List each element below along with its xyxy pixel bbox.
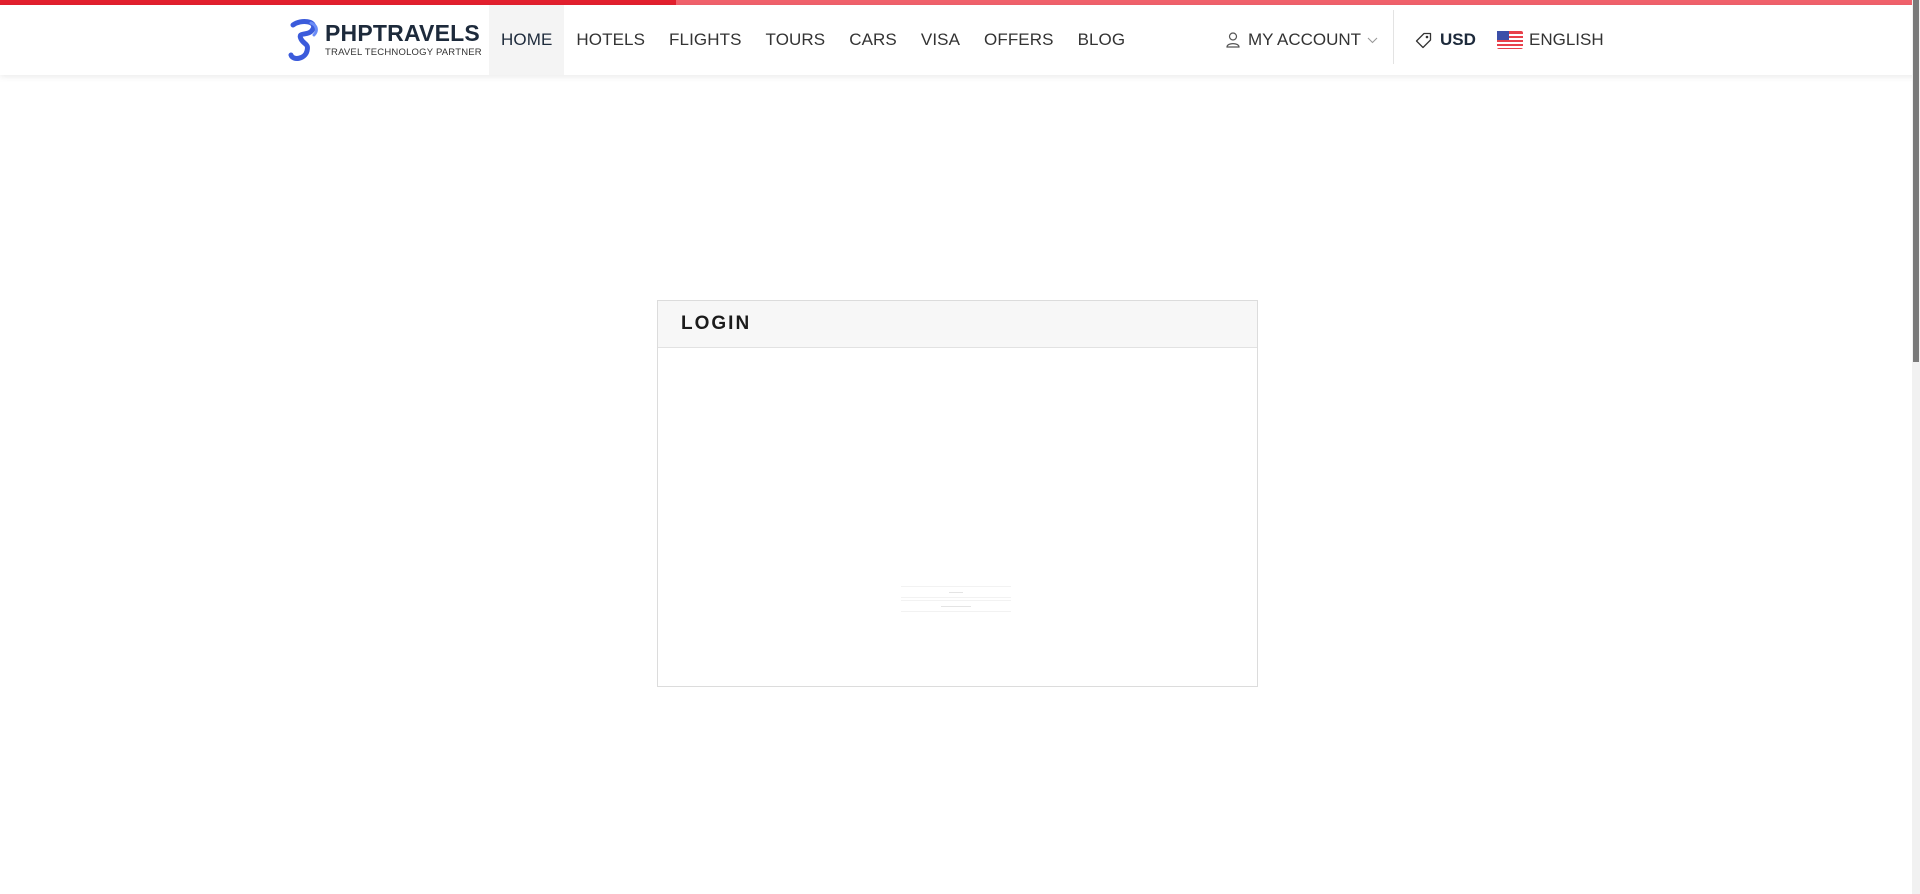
login-card-body [658, 348, 1257, 686]
nav-item-label: FLIGHTS [669, 30, 742, 49]
site-logo[interactable]: PHPTRAVELS TRAVEL TECHNOLOGY PARTNER [287, 17, 482, 63]
nav-item-cars[interactable]: CARS [837, 5, 909, 75]
nav-item-visa[interactable]: VISA [909, 5, 972, 75]
language-label: ENGLISH [1529, 30, 1604, 49]
tag-icon [1415, 32, 1432, 49]
user-icon [1226, 32, 1240, 48]
nav-item-hotels[interactable]: HOTELS [564, 5, 657, 75]
login-form-placeholder [901, 586, 1011, 612]
logo-title: PHPTRAVELS [325, 20, 480, 47]
login-card-header: LOGIN [658, 301, 1257, 348]
nav-item-label: HOTELS [576, 30, 646, 49]
main-nav: HOME HOTELS FLIGHTS TOURS CARS VISA OFFE… [489, 5, 1137, 75]
nav-item-flights[interactable]: FLIGHTS [657, 5, 754, 75]
nav-item-label: VISA [920, 30, 961, 49]
currency-selector[interactable]: USD [1415, 5, 1476, 75]
my-account-dropdown[interactable]: MY ACCOUNT [1226, 5, 1378, 75]
language-selector[interactable]: ENGLISH [1497, 5, 1604, 75]
login-form-row [901, 586, 1011, 598]
login-form-row-line [941, 605, 971, 607]
nav-item-label: CARS [849, 30, 897, 49]
nav-item-tours[interactable]: TOURS [754, 5, 838, 75]
nav-item-label: OFFERS [984, 30, 1054, 49]
logo-mark-icon [288, 19, 318, 61]
header-divider [1393, 10, 1394, 64]
logo-subtitle: TRAVEL TECHNOLOGY PARTNER [325, 47, 482, 59]
nav-item-offers[interactable]: OFFERS [972, 5, 1066, 75]
nav-item-label: TOURS [765, 30, 826, 49]
nav-item-label: HOME [501, 30, 553, 49]
site-header: PHPTRAVELS TRAVEL TECHNOLOGY PARTNER HOM… [0, 5, 1920, 75]
us-flag-icon [1497, 31, 1523, 49]
login-form-row [901, 600, 1011, 612]
logo-text: PHPTRAVELS TRAVEL TECHNOLOGY PARTNER [325, 22, 482, 58]
my-account-label: MY ACCOUNT [1248, 30, 1362, 49]
page-scrollbar-thumb[interactable] [1913, 0, 1919, 362]
nav-item-label: BLOG [1077, 30, 1126, 49]
page-scrollbar[interactable] [1912, 0, 1920, 894]
nav-item-home[interactable]: HOME [489, 5, 565, 75]
login-form-row-line [949, 591, 963, 593]
login-card: LOGIN [657, 300, 1258, 687]
currency-label: USD [1440, 30, 1476, 49]
chevron-down-icon [1367, 37, 1378, 44]
nav-item-blog[interactable]: BLOG [1066, 5, 1138, 75]
login-title: LOGIN [681, 313, 752, 334]
